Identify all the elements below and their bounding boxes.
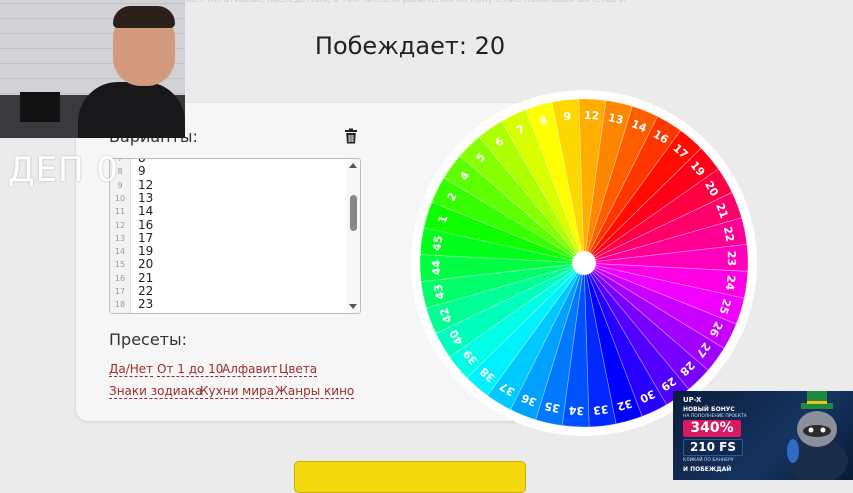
variant-value: 9 <box>138 164 146 179</box>
ad-headline: НОВЫЙ БОНУС <box>683 406 735 413</box>
variant-line: 10 13 <box>110 190 340 205</box>
variant-value: 22 <box>138 284 154 298</box>
line-number: 18 <box>114 300 126 310</box>
variant-line: 15 20 <box>110 258 340 271</box>
wheel-hub <box>572 251 596 275</box>
variant-line: 11 14 <box>110 205 340 218</box>
trash-icon[interactable] <box>343 128 359 144</box>
preset-yes-no[interactable]: Да/Нет <box>109 362 154 377</box>
wheel-segment-label: 45 <box>430 235 445 252</box>
ad-brand: UP-X <box>683 396 702 404</box>
line-number: 12 <box>114 220 126 230</box>
line-number: 15 <box>114 260 126 270</box>
scroll-up-arrow-icon[interactable] <box>349 163 357 168</box>
ad-percent: 340% <box>683 420 741 437</box>
variant-line: 12 16 <box>110 217 340 232</box>
scroll-down-arrow-icon[interactable] <box>349 304 357 309</box>
variant-value: 20 <box>138 257 154 272</box>
variants-textarea[interactable]: 7 8 8 9 9 12 10 13 11 14 12 16 13 17 14 19 15 20 16 21 17 22 1… <box>109 158 361 314</box>
variant-line: 17 22 <box>110 285 340 298</box>
wheel-segment-label: 44 <box>430 259 443 275</box>
variant-value: 21 <box>138 270 154 285</box>
variant-value: 12 <box>138 177 154 192</box>
variant-line: 18 23 <box>110 298 340 311</box>
preset-1-to-10[interactable]: От 1 до 10 <box>157 362 224 377</box>
variant-value: 16 <box>138 217 154 232</box>
variant-value: 19 <box>138 244 154 259</box>
ad-subline: НА ПОПОЛНЕНИЕ ПРОЕКТА <box>683 414 747 419</box>
line-number: 13 <box>114 233 126 243</box>
line-number: 14 <box>114 247 126 257</box>
variant-line: 16 21 <box>110 270 340 285</box>
spin-button[interactable] <box>294 461 526 493</box>
wheel-segment-label: 34 <box>568 403 584 417</box>
variant-line: 9 12 <box>110 177 340 192</box>
variant-line: 13 17 <box>110 230 340 245</box>
preset-movie-genres[interactable]: Жанры кино <box>275 384 355 399</box>
webcam-overlay <box>0 0 185 138</box>
variant-line: 14 19 <box>110 245 340 258</box>
ad-free-spins: 210 FS <box>683 439 743 456</box>
scroll-thumb[interactable] <box>350 195 357 231</box>
line-number: 16 <box>114 273 126 283</box>
ad-banner[interactable]: UP-X НОВЫЙ БОНУС НА ПОПОЛНЕНИЕ ПРОЕКТА 3… <box>673 391 853 480</box>
raccoon-mascot-icon <box>787 391 848 480</box>
variant-value: 17 <box>138 230 154 245</box>
variant-value: 23 <box>138 297 154 312</box>
wheel-segment-label: 9 <box>563 110 572 124</box>
line-number: 11 <box>114 207 126 217</box>
preset-zodiac[interactable]: Знаки зодиака <box>109 384 203 399</box>
variant-line: 89 <box>110 165 340 178</box>
wheel-segment-label: 23 <box>725 251 738 267</box>
stream-overlay-text: ДЕП 0 <box>8 150 120 190</box>
wheel-segment-label: 12 <box>584 109 600 123</box>
ad-cta-small: КЛИКАЙ ПО БАННЕРУ <box>683 458 734 463</box>
wheel-segment-label: 33 <box>592 402 609 417</box>
variant-value: 13 <box>138 190 154 205</box>
variant-value: 14 <box>138 204 154 219</box>
preset-alphabet[interactable]: Алфавит <box>222 362 278 377</box>
preset-colors[interactable]: Цвета <box>279 362 318 377</box>
line-number: 17 <box>114 287 126 296</box>
wheel-segment-label: 24 <box>723 274 738 291</box>
preset-world-cuisine[interactable]: Кухни мира <box>200 384 275 399</box>
line-number: 10 <box>114 193 126 203</box>
background-page-text: лжет негативные последствия, в том числе… <box>180 0 626 5</box>
textarea-scrollbar[interactable] <box>347 159 360 313</box>
presets-label: Пресеты: <box>109 330 188 349</box>
fortune-wheel[interactable]: 8 9 12 13 14 16 17 19 20 21 22 23 24 25 26 27 28 29 30 32 33… <box>408 87 760 439</box>
ad-cta: И ПОБЕЖДАЙ <box>683 466 732 473</box>
